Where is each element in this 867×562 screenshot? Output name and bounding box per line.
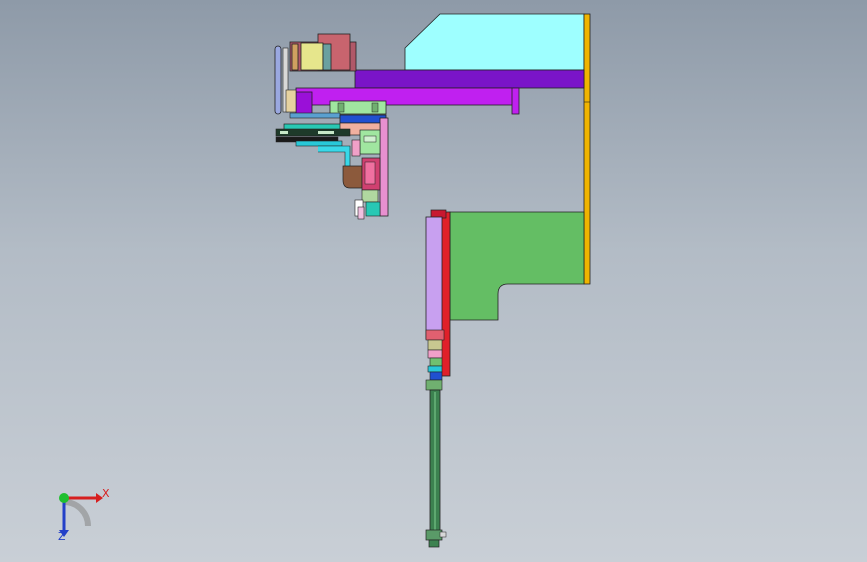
orange-frame[interactable] bbox=[583, 13, 591, 285]
lavender-slide[interactable] bbox=[425, 216, 443, 340]
motor-body[interactable] bbox=[300, 42, 324, 71]
head-bracket[interactable] bbox=[379, 117, 389, 217]
cad-viewport[interactable]: X Z bbox=[0, 0, 867, 562]
timing-belt[interactable] bbox=[274, 45, 282, 115]
y-axis-origin bbox=[59, 493, 69, 503]
assembly-model[interactable] bbox=[0, 0, 867, 562]
x-axis-label: X bbox=[102, 487, 110, 500]
brown-bracket[interactable] bbox=[342, 165, 363, 189]
magenta-rail[interactable] bbox=[295, 87, 515, 106]
z-axis-label: Z bbox=[58, 530, 66, 543]
green-plate[interactable] bbox=[449, 211, 585, 321]
cyan-housing[interactable] bbox=[404, 13, 585, 71]
purple-beam[interactable] bbox=[354, 69, 585, 89]
